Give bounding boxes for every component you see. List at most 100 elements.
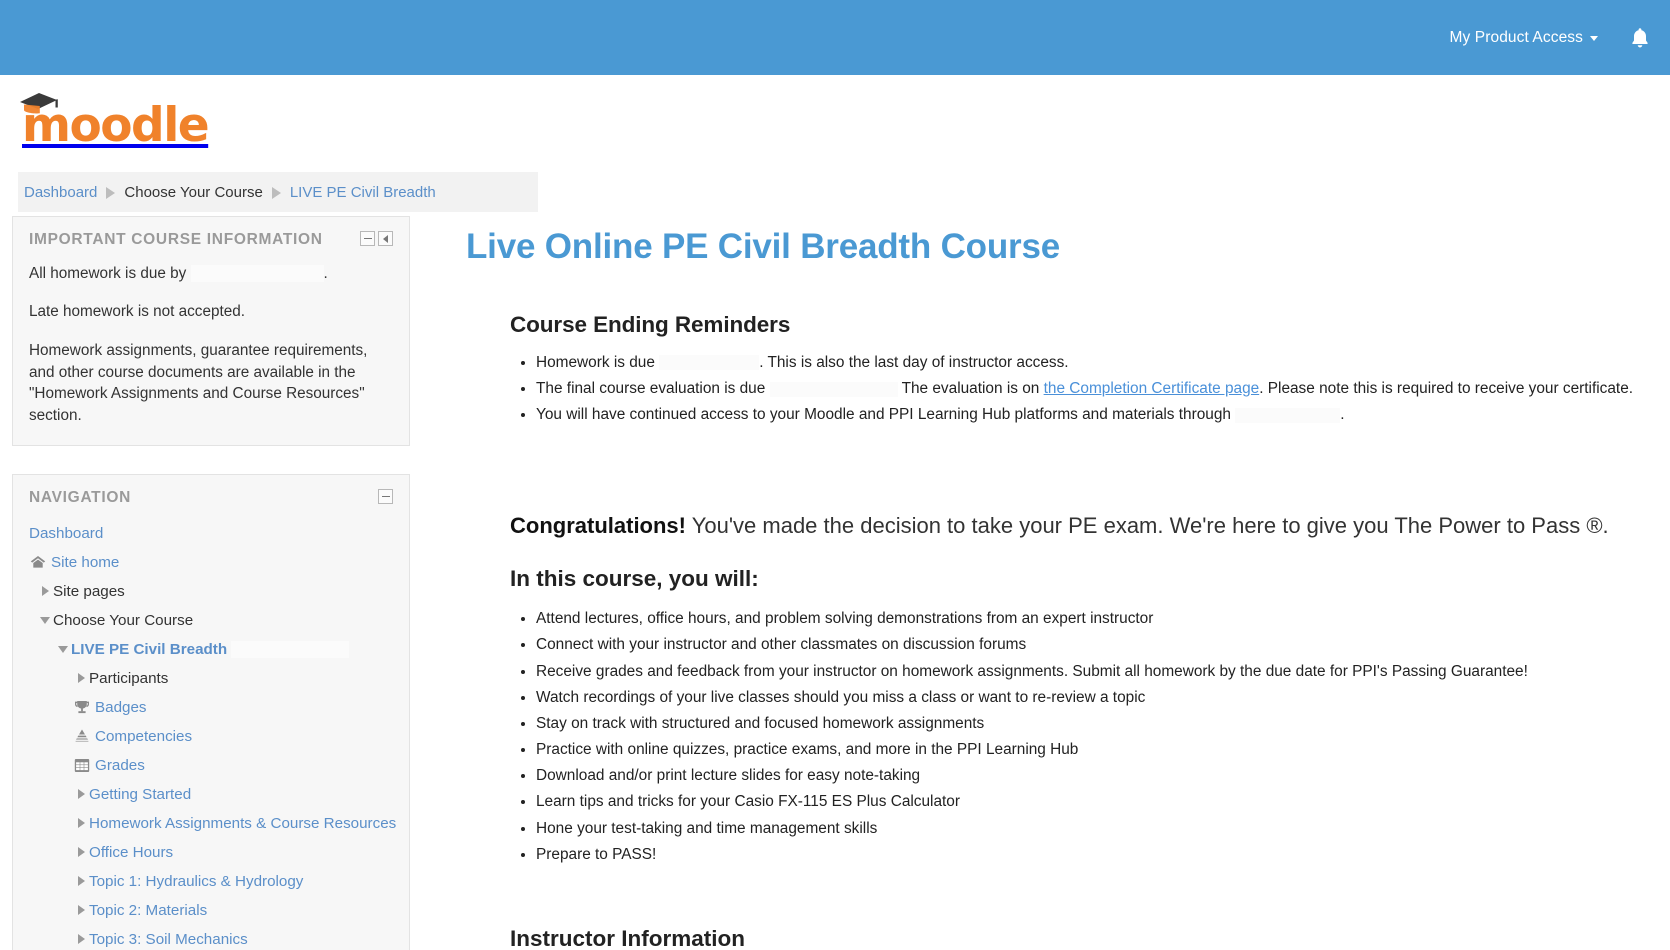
sidebar-item-label: Getting Started: [89, 785, 192, 803]
moodle-logo[interactable]: moodle: [20, 93, 210, 149]
sidebar-item-topic-1[interactable]: Topic 1: Hydraulics & Hydrology: [29, 867, 393, 896]
sidebar-item-label: Participants: [89, 669, 169, 687]
breadcrumb: Dashboard Choose Your Course LIVE PE Civ…: [18, 172, 538, 212]
list-item: Download and/or print lecture slides for…: [536, 765, 1660, 787]
sidebar-item-label: Choose Your Course: [53, 611, 194, 629]
sidebar-item-getting-started[interactable]: Getting Started: [29, 780, 393, 809]
reminder-text-1a: Homework is due: [536, 354, 655, 371]
chevron-right-icon[interactable]: [73, 847, 89, 857]
reminder-text-2c: . Please note this is required to receiv…: [1259, 380, 1634, 398]
sidebar-item-topic-2[interactable]: Topic 2: Materials: [29, 896, 393, 925]
breadcrumb-item-choose-your-course: Choose Your Course: [124, 183, 263, 201]
block-navigation: NAVIGATION Dashboard Site home Site page…: [12, 473, 410, 950]
sidebar-item-label: Competencies: [95, 727, 193, 745]
chevron-down-icon[interactable]: [55, 645, 71, 653]
congratulations-rest: You've made the decision to take your PE…: [686, 512, 1609, 538]
chevron-right-icon[interactable]: [73, 673, 89, 683]
breadcrumb-separator-icon: [271, 187, 281, 199]
reminder-text-2a: The final course evaluation is due: [536, 380, 766, 398]
top-navigation-bar: My Product Access: [0, 0, 1670, 75]
list-item: Connect with your instructor and other c…: [536, 634, 1660, 656]
list-item: Prepare to PASS!: [536, 844, 1660, 866]
block-header: IMPORTANT COURSE INFORMATION: [29, 231, 393, 250]
chevron-right-icon[interactable]: [73, 905, 89, 915]
sidebar-item-office-hours[interactable]: Office Hours: [29, 838, 393, 867]
breadcrumb-separator-icon: [106, 187, 116, 199]
course-info-paragraph-1: All homework is due by .: [29, 263, 393, 285]
block-controls: [360, 231, 393, 246]
breadcrumb-region: Dashboard Choose Your Course LIVE PE Civ…: [0, 168, 1670, 216]
trophy-icon: [73, 699, 91, 715]
collapse-icon[interactable]: [378, 488, 393, 504]
sidebar-item-homework-assignments-course-resources[interactable]: Homework Assignments & Course Resources: [29, 809, 397, 838]
breadcrumb-item-dashboard[interactable]: Dashboard: [24, 184, 97, 201]
section-heading-in-this-course: In this course, you will:: [510, 566, 759, 592]
course-info-paragraph-2: Late homework is not accepted.: [29, 303, 245, 321]
sidebar-item-label: Topic 2: Materials: [89, 901, 208, 919]
list-item: The final course evaluation is due The e…: [536, 378, 1660, 400]
list-item: You will have continued access to your M…: [536, 404, 1660, 426]
redacted-date-field: [769, 381, 898, 397]
chevron-right-icon[interactable]: [73, 876, 89, 886]
sidebar-item-label: Dashboard: [29, 524, 104, 542]
sidebar-item-grades[interactable]: Grades: [29, 751, 393, 780]
my-product-access-menu[interactable]: My Product Access: [1450, 29, 1598, 47]
sidebar-item-live-pe-civil-breadth[interactable]: LIVE PE Civil Breadth: [29, 635, 393, 664]
congratulations-paragraph: Congratulations! You've made the decisio…: [510, 511, 1660, 541]
sidebar-item-label: Site pages: [53, 582, 125, 600]
chevron-down-icon[interactable]: [37, 616, 53, 624]
list-item: Receive grades and feedback from your in…: [536, 661, 1660, 683]
reminder-text-3a: You will have continued access to your M…: [536, 406, 1231, 424]
course-info-paragraph-3: Homework assignments, guarantee requirem…: [29, 342, 368, 425]
sidebar-item-label: Homework Assignments & Course Resources: [89, 814, 397, 832]
block-title-navigation: NAVIGATION: [29, 488, 132, 506]
sidebar-item-label: Badges: [95, 698, 147, 716]
page-title: Live Online PE Civil Breadth Course: [466, 227, 1060, 266]
sidebar-item-site-pages[interactable]: Site pages: [29, 577, 393, 606]
list-item: Homework is due . This is also the last …: [536, 352, 1660, 374]
collapse-icon[interactable]: [360, 231, 375, 246]
sidebar-item-choose-your-course[interactable]: Choose Your Course: [29, 606, 393, 635]
block-important-course-information: IMPORTANT COURSE INFORMATION All homewor…: [12, 216, 410, 446]
chevron-right-icon[interactable]: [73, 934, 89, 944]
reminder-text-2b: The evaluation is on: [901, 380, 1044, 398]
chevron-right-icon[interactable]: [73, 818, 89, 828]
chevron-right-icon[interactable]: [37, 586, 53, 596]
sidebar-item-badges[interactable]: Badges: [29, 693, 393, 722]
sidebar-item-dashboard[interactable]: Dashboard: [29, 519, 393, 548]
sidebar-item-participants[interactable]: Participants: [29, 664, 393, 693]
redacted-date-field: [659, 355, 760, 371]
sidebar-item-site-home[interactable]: Site home: [29, 548, 393, 577]
list-item: Practice with online quizzes, practice e…: [536, 739, 1660, 761]
course-summary-region: Course Ending Reminders Homework is due …: [466, 268, 1660, 950]
completion-certificate-page-link[interactable]: the Completion Certificate page: [1044, 380, 1260, 397]
topbar-right-group: My Product Access: [1450, 25, 1653, 51]
congratulations-lead: Congratulations!: [510, 512, 686, 538]
redacted-date-field: [190, 265, 324, 283]
list-item: Learn tips and tricks for your Casio FX-…: [536, 791, 1660, 813]
block-title-important-course-information: IMPORTANT COURSE INFORMATION: [29, 231, 323, 248]
competency-icon: [73, 728, 91, 744]
reminder-text-3b: .: [1340, 406, 1345, 424]
grades-table-icon: [73, 758, 91, 773]
breadcrumb-item-live-pe-civil-breadth[interactable]: LIVE PE Civil Breadth: [290, 184, 436, 201]
dock-icon[interactable]: [378, 231, 393, 246]
bell-icon[interactable]: [1628, 25, 1652, 51]
in-this-course-list: Attend lectures, office hours, and probl…: [510, 608, 1660, 866]
site-logo-band: moodle: [0, 75, 1670, 168]
sidebar-item-label: Topic 1: Hydraulics & Hydrology: [89, 872, 304, 890]
chevron-down-icon: [1590, 36, 1598, 41]
list-item: Watch recordings of your live classes sh…: [536, 687, 1660, 709]
sidebar-item-label: Topic 3: Soil Mechanics: [89, 930, 248, 948]
sidebar-item-label: Office Hours: [89, 843, 174, 861]
chevron-right-icon[interactable]: [73, 789, 89, 799]
sidebar-item-label: LIVE PE Civil Breadth: [71, 640, 228, 658]
block-body: All homework is due by . Late homework i…: [29, 263, 393, 427]
list-item: Attend lectures, office hours, and probl…: [536, 608, 1660, 630]
redacted-date-field: [1235, 407, 1341, 423]
section-heading-instructor-information: Instructor Information: [510, 925, 745, 950]
sidebar-item-competencies[interactable]: Competencies: [29, 722, 393, 751]
sidebar-item-label: Grades: [95, 756, 145, 774]
main-content: Live Online PE Civil Breadth Course Cour…: [410, 216, 1670, 950]
sidebar-item-topic-3[interactable]: Topic 3: Soil Mechanics: [29, 925, 393, 950]
